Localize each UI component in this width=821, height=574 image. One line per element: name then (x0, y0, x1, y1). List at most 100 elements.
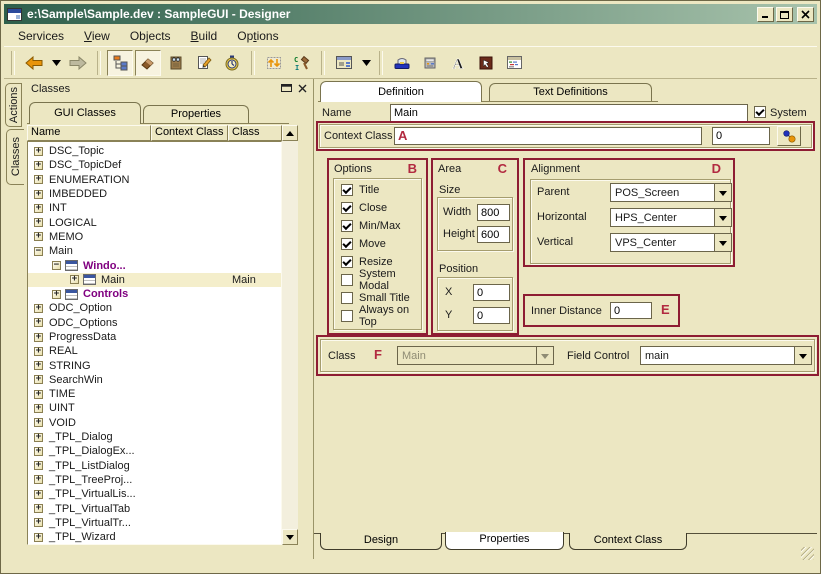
maximize-button[interactable] (776, 7, 793, 22)
bottom-tab-properties[interactable]: Properties (445, 532, 564, 550)
tree-item-dsc-topic[interactable]: +DSC_Topic (28, 144, 281, 158)
import-export-button[interactable] (261, 50, 287, 76)
expand-icon[interactable]: + (34, 461, 43, 470)
tree-item-odc-options[interactable]: +ODC_Options (28, 316, 281, 330)
checkbox-always-on-top[interactable] (341, 310, 353, 322)
forward-button[interactable] (65, 50, 91, 76)
expand-icon[interactable]: + (34, 504, 43, 513)
window-list-button[interactable] (331, 50, 357, 76)
dock-tab-classes[interactable]: Classes (6, 129, 24, 185)
checkbox-close[interactable] (341, 202, 353, 214)
tab-gui-classes[interactable]: GUI Classes (29, 102, 141, 124)
tree-item-searchwin[interactable]: +SearchWin (28, 373, 281, 387)
script-window-button[interactable] (501, 50, 527, 76)
expand-icon[interactable]: + (34, 447, 43, 456)
font-button[interactable]: A (445, 50, 471, 76)
tree-item-time[interactable]: +TIME (28, 387, 281, 401)
tree-item--tpl-listdialog[interactable]: +_TPL_ListDialog (28, 459, 281, 473)
tab-text-definitions[interactable]: Text Definitions (489, 83, 652, 101)
tree-item--tpl-dialogex-[interactable]: +_TPL_DialogEx... (28, 444, 281, 458)
tree-item-memo[interactable]: +MEMO (28, 230, 281, 244)
expand-icon[interactable]: + (34, 204, 43, 213)
close-button[interactable] (797, 7, 814, 22)
x-input[interactable] (473, 284, 510, 301)
tree-item-int[interactable]: +INT (28, 201, 281, 215)
edit-document-button[interactable] (191, 50, 217, 76)
dock-tab-actions[interactable]: Actions (5, 83, 22, 127)
window-list-dropdown[interactable] (359, 50, 373, 76)
menu-build[interactable]: Build (181, 27, 228, 45)
checkbox-move[interactable] (341, 238, 353, 250)
expand-icon[interactable]: + (70, 275, 79, 284)
expand-icon[interactable]: + (34, 218, 43, 227)
column-header-name[interactable]: Name (27, 125, 151, 141)
tree-item--tpl-dialog[interactable]: +_TPL_Dialog (28, 430, 281, 444)
name-input[interactable] (390, 104, 748, 122)
scrollbar-track[interactable] (282, 141, 298, 545)
width-input[interactable] (477, 204, 510, 221)
expand-icon[interactable]: + (34, 232, 43, 241)
tree-item--tpl-virtuallis-[interactable]: +_TPL_VirtualLis... (28, 487, 281, 501)
checkbox-min-max[interactable] (341, 220, 353, 232)
context-class-picker-button[interactable] (777, 126, 801, 146)
tab-definition[interactable]: Definition (320, 81, 482, 102)
expand-icon[interactable]: + (34, 433, 43, 442)
back-history-dropdown[interactable] (49, 50, 63, 76)
back-button[interactable] (21, 50, 47, 76)
minimize-button[interactable] (757, 7, 774, 22)
tree-item--tpl-virtualtr-[interactable]: +_TPL_VirtualTr... (28, 516, 281, 530)
expand-icon[interactable]: + (34, 333, 43, 342)
field-control-dropdown[interactable]: main (640, 346, 812, 365)
menu-options[interactable]: Options (227, 27, 288, 45)
scroll-down-button[interactable] (282, 529, 298, 545)
book-button[interactable] (163, 50, 189, 76)
vertical-dropdown[interactable]: VPS_Center (610, 233, 732, 252)
close-panel-button[interactable] (295, 81, 310, 95)
expand-icon[interactable]: + (34, 161, 43, 170)
tree-item-logical[interactable]: +LOGICAL (28, 215, 281, 229)
tree-item-enumeration[interactable]: +ENUMERATION (28, 173, 281, 187)
expand-icon[interactable]: + (34, 390, 43, 399)
eraser-toggle-button[interactable] (135, 50, 161, 76)
expand-icon[interactable]: + (34, 147, 43, 156)
expand-icon[interactable]: + (34, 533, 43, 542)
context-class-input[interactable] (394, 127, 702, 145)
color-picker-button[interactable] (473, 50, 499, 76)
tree-item-progressdata[interactable]: +ProgressData (28, 330, 281, 344)
inner-distance-input[interactable] (610, 302, 652, 319)
height-input[interactable] (477, 226, 510, 243)
resize-grip[interactable] (801, 547, 814, 560)
expand-icon[interactable]: + (34, 347, 43, 356)
system-checkbox[interactable] (754, 106, 766, 118)
column-header-context-class[interactable]: Context Class (151, 125, 228, 141)
printer-setup-button[interactable] (417, 50, 443, 76)
bottom-tab-design[interactable]: Design (320, 533, 442, 550)
clock-button[interactable] (219, 50, 245, 76)
tree-item--tpl-wizard[interactable]: +_TPL_Wizard (28, 530, 281, 544)
tree-item--tpl-treeproj-[interactable]: +_TPL_TreeProj... (28, 473, 281, 487)
expand-icon[interactable]: + (34, 418, 43, 427)
tree-item-string[interactable]: +STRING (28, 358, 281, 372)
y-input[interactable] (473, 307, 510, 324)
tree-item-main[interactable]: −Main (28, 244, 281, 258)
tree-item-void[interactable]: +VOID (28, 416, 281, 430)
print-button[interactable] (389, 50, 415, 76)
scroll-up-button[interactable] (282, 125, 298, 141)
tree-item-real[interactable]: +REAL (28, 344, 281, 358)
tree-item-odc-option[interactable]: +ODC_Option (28, 301, 281, 315)
parent-dropdown[interactable]: POS_Screen (610, 183, 732, 202)
expand-icon[interactable]: + (34, 361, 43, 370)
menu-view[interactable]: View (74, 27, 120, 45)
tree-item--tpl-virtualtab[interactable]: +_TPL_VirtualTab (28, 501, 281, 515)
tree-item-imbedded[interactable]: +IMBEDDED (28, 187, 281, 201)
checkbox-resize[interactable] (341, 256, 353, 268)
expand-icon[interactable]: + (34, 375, 43, 384)
expand-icon[interactable]: + (34, 490, 43, 499)
checkbox-system-modal[interactable] (341, 274, 353, 286)
horizontal-dropdown[interactable]: HPS_Center (610, 208, 732, 227)
tab-properties[interactable]: Properties (143, 105, 249, 123)
class-tree-toggle-button[interactable] (107, 50, 133, 76)
collapse-icon[interactable]: − (34, 247, 43, 256)
expand-icon[interactable]: + (34, 475, 43, 484)
checkbox-title[interactable] (341, 184, 353, 196)
